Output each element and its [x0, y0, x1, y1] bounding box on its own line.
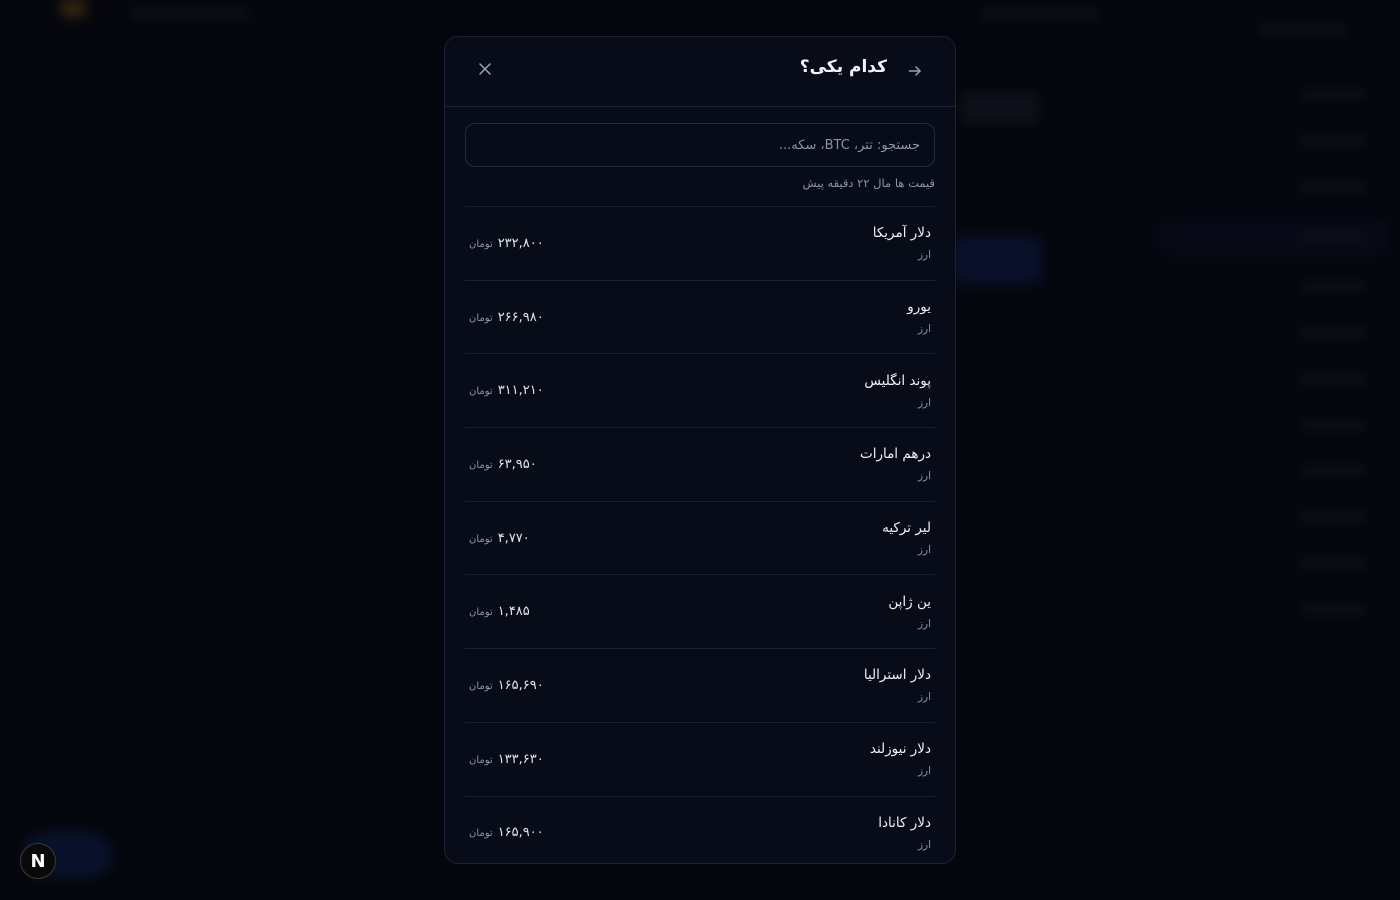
search-input[interactable] [465, 123, 935, 167]
modal-title: کدام یکی؟ [799, 57, 887, 77]
price-unit: تومان [469, 459, 493, 471]
price-value: ۲۳۲,۸۰۰ [497, 235, 544, 251]
item-names: دلار نیوزلند ارز [870, 741, 931, 777]
price-unit: تومان [469, 312, 493, 324]
price-update-note: قیمت ها مال ۲۲ دقیقه پیش [802, 176, 935, 190]
item-names: دلار کانادا ارز [878, 815, 931, 851]
item-price: ۳۱۱,۲۱۰ تومان [469, 383, 544, 398]
item-price: ۱,۴۸۵ تومان [469, 604, 530, 619]
item-category: ارز [917, 249, 931, 262]
item-name: لیر ترکیه [882, 520, 931, 537]
price-value: ۲۶۶,۹۸۰ [497, 309, 544, 325]
item-names: درهم امارات ارز [860, 446, 931, 482]
price-unit: تومان [469, 386, 493, 398]
item-category: ارز [917, 396, 931, 409]
item-price: ۶۳,۹۵۰ تومان [469, 457, 537, 472]
item-category: ارز [917, 765, 931, 778]
item-price: ۲۶۶,۹۸۰ تومان [469, 310, 544, 325]
price-unit: تومان [469, 238, 493, 250]
price-value: ۱۶۵,۶۹۰ [497, 677, 544, 693]
price-unit: تومان [469, 680, 493, 692]
item-price: ۱۶۵,۶۹۰ تومان [469, 678, 544, 693]
item-name: دلار آمریکا [872, 225, 931, 242]
list-item[interactable]: دلار کانادا ارز ۱۶۵,۹۰۰ تومان [465, 797, 935, 864]
back-button[interactable] [903, 59, 927, 83]
price-value: ۴,۷۷۰ [497, 530, 530, 546]
price-value: ۳۱۱,۲۱۰ [497, 383, 544, 399]
framework-badge[interactable]: N [20, 843, 56, 879]
close-icon [479, 63, 491, 75]
list-item[interactable]: دلار نیوزلند ارز ۱۳۳,۶۳۰ تومان [465, 723, 935, 797]
item-names: لیر ترکیه ارز [882, 520, 931, 556]
price-unit: تومان [469, 754, 493, 766]
price-value: ۱۶۵,۹۰۰ [497, 825, 544, 841]
item-name: دلار نیوزلند [869, 741, 931, 758]
item-name: یورو [907, 299, 931, 316]
search-wrapper [445, 107, 955, 167]
arrow-right-icon [908, 66, 921, 76]
item-category: ارز [917, 544, 931, 557]
list-item[interactable]: لیر ترکیه ارز ۴,۷۷۰ تومان [465, 502, 935, 576]
price-unit: تومان [469, 828, 493, 840]
item-category: ارز [917, 470, 931, 483]
item-names: پوند انگلیس ارز [864, 373, 931, 409]
price-value: ۶۳,۹۵۰ [497, 456, 537, 472]
item-price: ۲۳۲,۸۰۰ تومان [469, 236, 544, 251]
item-price: ۱۶۵,۹۰۰ تومان [469, 825, 544, 840]
list-item[interactable]: یورو ارز ۲۶۶,۹۸۰ تومان [465, 281, 935, 355]
list-item[interactable]: پوند انگلیس ارز ۳۱۱,۲۱۰ تومان [465, 354, 935, 429]
item-category: ارز [917, 838, 931, 851]
price-unit: تومان [469, 533, 493, 545]
item-name: دلار کانادا [878, 814, 931, 831]
list-item[interactable]: ین ژاپن ارز ۱,۴۸۵ تومان [465, 575, 935, 650]
list-item[interactable]: درهم امارات ارز ۶۳,۹۵۰ تومان [465, 428, 935, 502]
item-names: دلار آمریکا ارز [873, 225, 931, 261]
item-name: دلار استرالیا [863, 667, 931, 684]
item-price: ۴,۷۷۰ تومان [469, 531, 530, 546]
currency-list: دلار آمریکا ارز ۲۳۲,۸۰۰ تومان یورو ارز ۲… [465, 206, 935, 864]
item-name: پوند انگلیس [864, 372, 931, 389]
list-item[interactable]: دلار آمریکا ارز ۲۳۲,۸۰۰ تومان [465, 207, 935, 281]
item-names: ین ژاپن ارز [888, 594, 931, 630]
price-value: ۱,۴۸۵ [497, 604, 530, 620]
modal-header: کدام یکی؟ [445, 37, 955, 107]
item-name: ین ژاپن [888, 593, 931, 610]
price-value: ۱۳۳,۶۳۰ [497, 751, 544, 767]
item-category: ارز [917, 691, 931, 704]
price-unit: تومان [469, 607, 493, 619]
currency-picker-modal: کدام یکی؟ قیمت ها مال ۲۲ دقیقه پیش دلار … [444, 36, 956, 864]
item-name: درهم امارات [859, 446, 931, 463]
item-category: ارز [917, 323, 931, 336]
close-button[interactable] [473, 57, 497, 81]
item-price: ۱۳۳,۶۳۰ تومان [469, 752, 544, 767]
item-names: یورو ارز [907, 299, 931, 335]
item-category: ارز [917, 617, 931, 630]
list-item[interactable]: دلار استرالیا ارز ۱۶۵,۶۹۰ تومان [465, 649, 935, 723]
item-names: دلار استرالیا ارز [864, 667, 931, 703]
